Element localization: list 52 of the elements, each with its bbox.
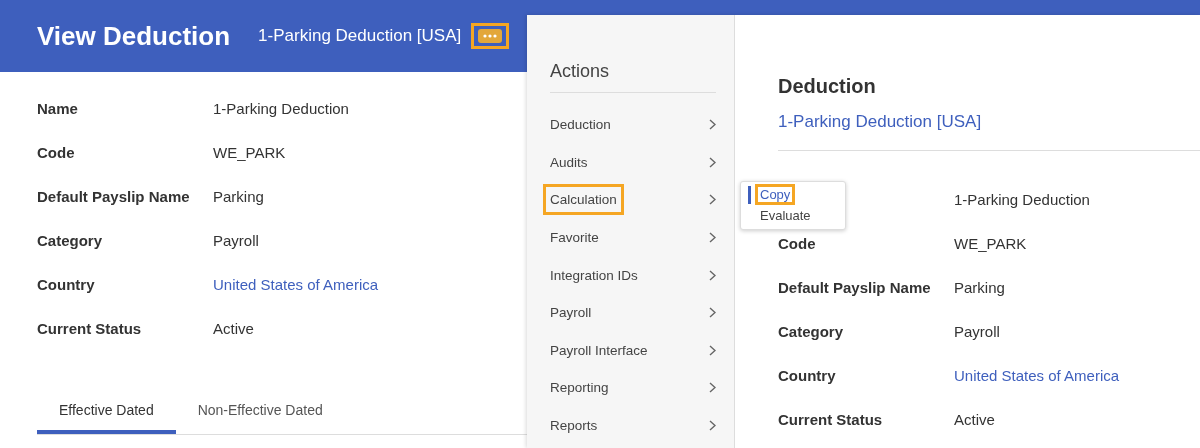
field-value: 1-Parking Deduction xyxy=(954,191,1090,210)
field-label: Code xyxy=(37,144,76,161)
field-value: Payroll xyxy=(954,323,1000,342)
field-label: Code xyxy=(778,235,816,252)
tab[interactable]: Non-Effective Dated xyxy=(175,394,345,434)
menu-item[interactable]: Favorite xyxy=(543,218,716,257)
field-value: WE_PARK xyxy=(954,235,1027,254)
chevron-right-icon xyxy=(709,344,716,356)
menu-item[interactable]: Calculation xyxy=(543,181,716,219)
field-label: Category xyxy=(778,323,844,340)
menu-item[interactable]: Payroll Interface xyxy=(543,331,716,370)
panel-link[interactable]: 1-Parking Deduction [USA] xyxy=(778,112,1200,132)
field-value: Parking xyxy=(954,279,1005,298)
more-actions-button[interactable] xyxy=(471,23,510,49)
field-value: Parking xyxy=(213,188,264,205)
menu-item[interactable]: Integration IDs xyxy=(543,256,716,294)
field-value: Payroll xyxy=(213,232,259,249)
field-link[interactable]: United States of America xyxy=(954,367,1120,411)
chevron-right-icon xyxy=(709,156,716,168)
chevron-right-icon xyxy=(709,119,716,131)
menu-item[interactable]: Reports xyxy=(543,406,716,445)
menu-item[interactable]: Payroll xyxy=(543,293,716,332)
field-label: Name xyxy=(37,100,79,117)
field-label: Default Payslip Name xyxy=(778,279,931,296)
tab[interactable]: Effective Dated xyxy=(37,394,176,434)
field-label: Category xyxy=(37,232,104,249)
field-value: WE_PARK xyxy=(213,144,286,161)
field-label: Default Payslip Name xyxy=(37,188,191,205)
field-label: Current Status xyxy=(778,411,883,428)
submenu-item[interactable]: Copy xyxy=(748,186,845,204)
menu-item[interactable]: Audits xyxy=(543,143,716,182)
chevron-right-icon xyxy=(709,420,716,432)
chevron-right-icon xyxy=(709,194,716,206)
field-value: Active xyxy=(954,411,995,430)
submenu-item[interactable]: Evaluate xyxy=(748,207,845,225)
field-value: 1-Parking Deduction xyxy=(213,100,349,117)
page-title: View Deduction xyxy=(37,20,231,52)
chevron-right-icon xyxy=(709,382,716,394)
chevron-right-icon xyxy=(709,269,716,281)
field-label: Country xyxy=(37,276,96,293)
ellipsis-icon xyxy=(478,29,503,43)
page-subtitle: 1-Parking Deduction [USA] xyxy=(258,26,462,46)
chevron-right-icon xyxy=(709,232,716,244)
chevron-right-icon xyxy=(709,307,716,319)
field-label: Country xyxy=(778,367,836,384)
panel-title: Deduction xyxy=(778,75,877,98)
menu-item[interactable]: Deduction xyxy=(543,106,716,144)
field-label: Current Status xyxy=(37,320,143,337)
field-link[interactable]: United States of America xyxy=(213,276,379,293)
menu-title: Actions xyxy=(550,61,716,93)
menu-item[interactable]: Reporting xyxy=(543,369,716,407)
field-value: Active xyxy=(213,320,254,337)
